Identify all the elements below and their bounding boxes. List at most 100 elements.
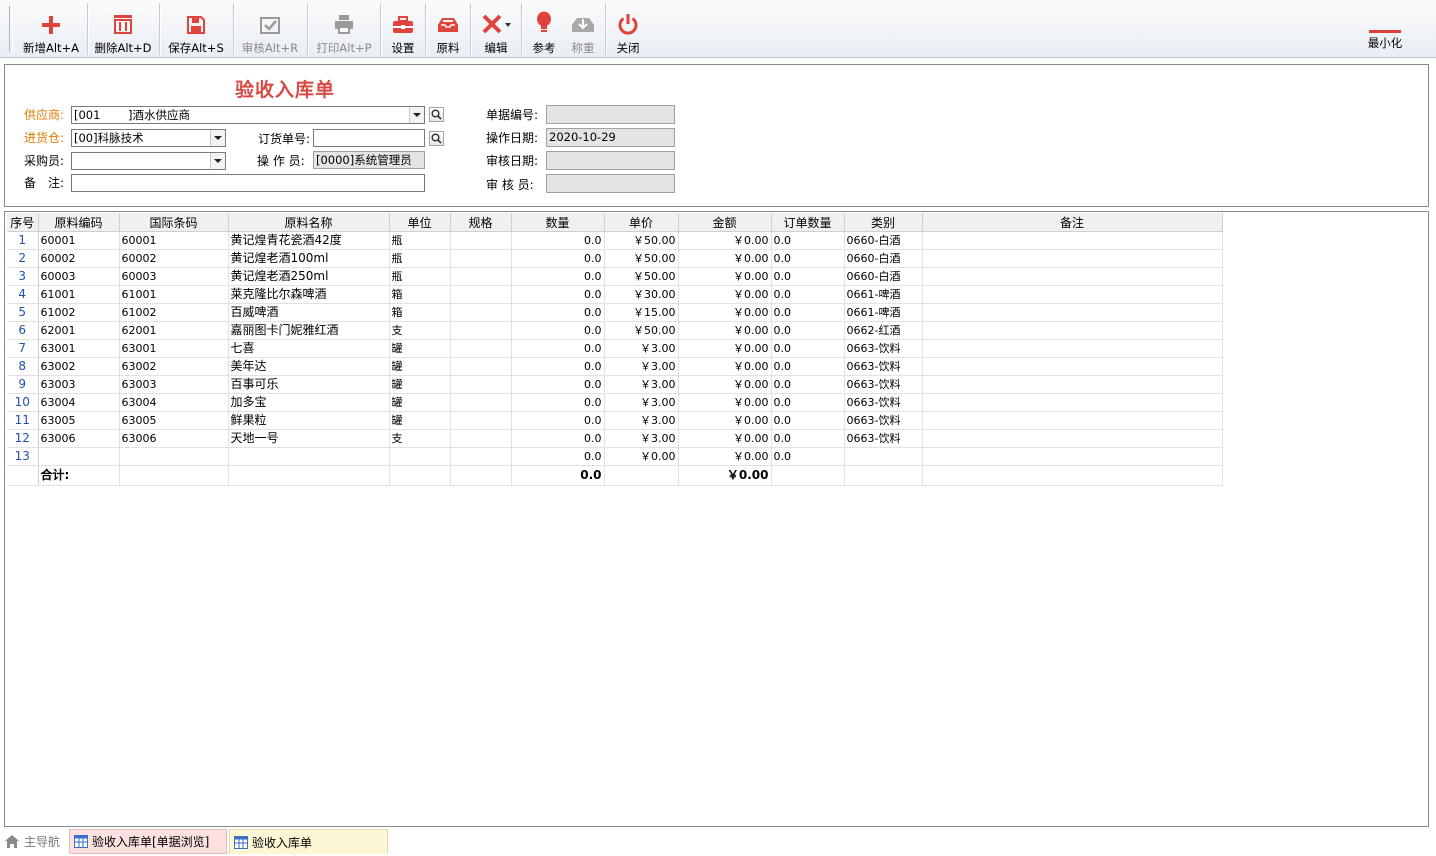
- cell-remark[interactable]: [922, 447, 1223, 466]
- cell-spec[interactable]: [450, 429, 512, 448]
- table-row[interactable]: 10 63004 63004 加多宝罐 0.0 ￥3.00 ￥0.00 0.0 0663-饮料: [7, 393, 1223, 412]
- cell-spec[interactable]: [450, 375, 512, 394]
- cell-remark[interactable]: [922, 375, 1223, 394]
- col-header-spec[interactable]: 规格: [450, 213, 512, 232]
- cell-material-code[interactable]: 61002: [38, 303, 120, 322]
- cell-barcode[interactable]: 60002: [119, 249, 229, 268]
- cell-order-qty[interactable]: 0.0: [771, 357, 845, 376]
- cell-order-qty[interactable]: 0.0: [771, 339, 845, 358]
- cell-unit[interactable]: 箱: [389, 303, 451, 322]
- cell-qty[interactable]: 0.0: [511, 393, 605, 412]
- cell-row-index[interactable]: 13: [7, 447, 39, 466]
- col-header-order-qty[interactable]: 订单数量: [771, 213, 845, 232]
- cell-category[interactable]: 0660-白酒: [844, 267, 923, 286]
- material-button[interactable]: 原料: [427, 2, 469, 56]
- tab-receipt-browse[interactable]: 验收入库单[单据浏览]: [69, 829, 227, 854]
- cell-barcode[interactable]: 62001: [119, 321, 229, 340]
- cell-category[interactable]: 0663-饮料: [844, 375, 923, 394]
- cell-remark[interactable]: [922, 249, 1223, 268]
- cell-unit[interactable]: 支: [389, 429, 451, 448]
- audit-date-field[interactable]: [546, 151, 675, 170]
- cell-material-name[interactable]: 莱克隆比尔森啤酒: [228, 285, 390, 304]
- add-button[interactable]: 新增Alt+A: [17, 2, 85, 56]
- cell-row-index[interactable]: 3: [7, 267, 39, 286]
- cell-unit[interactable]: [389, 447, 451, 466]
- cell-unit[interactable]: 罐: [389, 411, 451, 430]
- cell-spec[interactable]: [450, 321, 512, 340]
- cell-material-name[interactable]: 嘉丽图卡门妮雅红酒: [228, 321, 390, 340]
- cell-material-name[interactable]: 鲜果粒: [228, 411, 390, 430]
- cell-barcode[interactable]: [119, 447, 229, 466]
- cell-row-index[interactable]: 7: [7, 339, 39, 358]
- col-header-amount[interactable]: 金额: [678, 213, 772, 232]
- cell-price[interactable]: ￥30.00: [604, 285, 679, 304]
- cell-qty[interactable]: 0.0: [511, 447, 605, 466]
- cell-price[interactable]: ￥15.00: [604, 303, 679, 322]
- cell-price[interactable]: ￥3.00: [604, 375, 679, 394]
- cell-price[interactable]: ￥50.00: [604, 249, 679, 268]
- cell-order-qty[interactable]: 0.0: [771, 393, 845, 412]
- cell-remark[interactable]: [922, 321, 1223, 340]
- cell-order-qty[interactable]: 0.0: [771, 429, 845, 448]
- cell-category[interactable]: 0661-啤酒: [844, 303, 923, 322]
- cell-spec[interactable]: [450, 357, 512, 376]
- col-header-code[interactable]: 原料编码: [38, 213, 120, 232]
- col-header-index[interactable]: 序号: [7, 213, 39, 232]
- cell-order-qty[interactable]: 0.0: [771, 267, 845, 286]
- cell-order-qty[interactable]: 0.0: [771, 303, 845, 322]
- cell-qty[interactable]: 0.0: [511, 267, 605, 286]
- cell-price[interactable]: ￥3.00: [604, 429, 679, 448]
- cell-category[interactable]: 0663-饮料: [844, 429, 923, 448]
- col-header-barcode[interactable]: 国际条码: [119, 213, 229, 232]
- cell-material-code[interactable]: 62001: [38, 321, 120, 340]
- cell-barcode[interactable]: 60001: [119, 231, 229, 250]
- cell-barcode[interactable]: 61002: [119, 303, 229, 322]
- remark-field[interactable]: [71, 174, 425, 192]
- cell-barcode[interactable]: 63006: [119, 429, 229, 448]
- table-row[interactable]: 13 0.0 ￥0.00 ￥0.00 0.0: [7, 447, 1223, 466]
- cell-spec[interactable]: [450, 447, 512, 466]
- table-row[interactable]: 6 62001 62001 嘉丽图卡门妮雅红酒支 0.0 ￥50.00 ￥0.00 0.0 06…: [7, 321, 1223, 340]
- tab-receipt-active[interactable]: 验收入库单: [229, 829, 388, 854]
- auditor-field[interactable]: [546, 174, 675, 193]
- cell-qty[interactable]: 0.0: [511, 285, 605, 304]
- cell-remark[interactable]: [922, 411, 1223, 430]
- cell-price[interactable]: ￥3.00: [604, 357, 679, 376]
- col-header-unit[interactable]: 单位: [389, 213, 451, 232]
- cell-category[interactable]: 0663-饮料: [844, 393, 923, 412]
- cell-unit[interactable]: 罐: [389, 375, 451, 394]
- chevron-down-icon[interactable]: [409, 107, 424, 123]
- order-no-lookup-button[interactable]: [429, 131, 444, 146]
- cell-material-name[interactable]: 黄记煌老酒250ml: [228, 267, 390, 286]
- table-row[interactable]: 12 63006 63006 天地一号支 0.0 ￥3.00 ￥0.00 0.0 0663-饮料: [7, 429, 1223, 448]
- cell-qty[interactable]: 0.0: [511, 321, 605, 340]
- cell-row-index[interactable]: 12: [7, 429, 39, 448]
- weigh-button[interactable]: 称重: [562, 2, 604, 56]
- cell-amount[interactable]: ￥0.00: [678, 321, 772, 340]
- cell-category[interactable]: 0663-饮料: [844, 411, 923, 430]
- cell-barcode[interactable]: 63003: [119, 375, 229, 394]
- cell-material-code[interactable]: 61001: [38, 285, 120, 304]
- cell-category[interactable]: 0660-白酒: [844, 231, 923, 250]
- warehouse-dropdown[interactable]: [00]科脉技术: [71, 129, 226, 147]
- cell-category[interactable]: 0662-红酒: [844, 321, 923, 340]
- cell-row-index[interactable]: 11: [7, 411, 39, 430]
- table-row[interactable]: 4 61001 61001 莱克隆比尔森啤酒箱 0.0 ￥30.00 ￥0.00 0.0 066…: [7, 285, 1223, 304]
- buyer-dropdown[interactable]: [71, 152, 226, 170]
- cell-price[interactable]: ￥3.00: [604, 339, 679, 358]
- cell-material-name[interactable]: 百事可乐: [228, 375, 390, 394]
- cell-material-name[interactable]: 黄记煌老酒100ml: [228, 249, 390, 268]
- cell-qty[interactable]: 0.0: [511, 357, 605, 376]
- cell-spec[interactable]: [450, 303, 512, 322]
- cell-remark[interactable]: [922, 303, 1223, 322]
- cell-material-name[interactable]: 天地一号: [228, 429, 390, 448]
- order-no-field[interactable]: [313, 129, 425, 147]
- cell-remark[interactable]: [922, 267, 1223, 286]
- cell-spec[interactable]: [450, 411, 512, 430]
- col-header-price[interactable]: 单价: [604, 213, 679, 232]
- cell-material-name[interactable]: [228, 447, 390, 466]
- cell-qty[interactable]: 0.0: [511, 411, 605, 430]
- table-row[interactable]: 1 60001 60001 黄记煌青花瓷酒42度瓶 0.0 ￥50.00 ￥0.00 0.0 0…: [7, 231, 1223, 250]
- cell-price[interactable]: ￥3.00: [604, 393, 679, 412]
- print-button[interactable]: 打印Alt+P: [309, 2, 379, 56]
